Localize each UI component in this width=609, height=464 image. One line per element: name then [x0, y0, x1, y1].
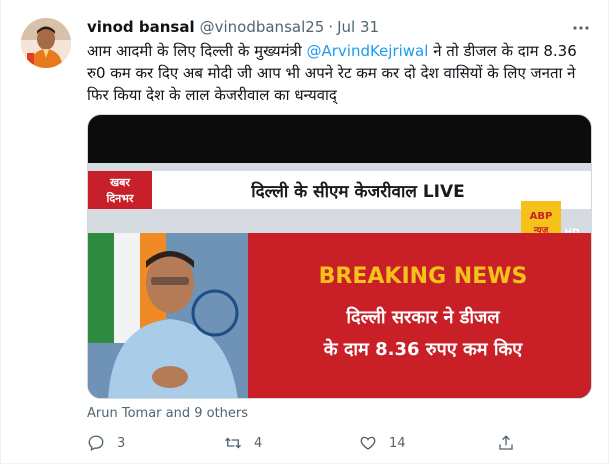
mention-link[interactable]: @ArvindKejriwal	[306, 42, 428, 60]
more-icon[interactable]	[570, 17, 592, 39]
breaking-news: BREAKING NEWS	[319, 264, 528, 289]
reply-icon	[88, 435, 104, 451]
tweet-header: vinod bansal @vinodbansal25 · Jul 31	[87, 16, 564, 38]
author-name[interactable]: vinod bansal	[87, 18, 195, 36]
avatar-image	[21, 18, 71, 68]
retweet-button[interactable]: 4	[224, 434, 262, 452]
video-headline: दिल्ली के सीएम केजरीवाल LIVE	[250, 181, 465, 202]
tweet-text: आम आदमी के लिए दिल्ली के मुख्यमंत्री @Ar…	[87, 40, 592, 106]
retweet-count: 4	[254, 435, 263, 451]
logo-top: ABP	[530, 211, 553, 222]
reply-count: 3	[117, 435, 126, 451]
video-frame: खबर दिनभर दिल्ली के सीएम केजरीवाल LIVE A…	[88, 163, 591, 398]
reply-button[interactable]: 3	[87, 434, 125, 452]
tagged-users[interactable]: Arun Tomar and 9 others	[87, 404, 248, 422]
tweet-text-pre: आम आदमी के लिए दिल्ली के मुख्यमंत्री	[87, 42, 307, 60]
caption-line1: दिल्ली सरकार ने डीजल	[345, 306, 500, 328]
tweet-card[interactable]: vinod bansal @vinodbansal25 · Jul 31 आम …	[0, 0, 609, 464]
channel-tag-line1: खबर	[109, 176, 130, 189]
tweet-date[interactable]: Jul 31	[337, 18, 379, 36]
author-handle[interactable]: @vinodbansal25	[200, 18, 325, 36]
channel-tag-line2: दिनभर	[105, 191, 134, 205]
tweet-actions: 3 4 14	[87, 432, 537, 454]
tweet-media[interactable]: खबर दिनभर दिल्ली के सीएम केजरीवाल LIVE A…	[87, 114, 592, 399]
share-button[interactable]	[497, 434, 515, 452]
heart-icon	[360, 436, 376, 450]
separator-dot: ·	[328, 18, 334, 36]
share-icon	[499, 435, 513, 450]
like-count: 14	[389, 435, 406, 451]
like-button[interactable]: 14	[359, 434, 406, 452]
retweet-icon	[225, 437, 241, 449]
caption-line2: के दाम 8.36 रुपए कम किए	[323, 338, 524, 360]
avatar[interactable]	[21, 18, 71, 68]
